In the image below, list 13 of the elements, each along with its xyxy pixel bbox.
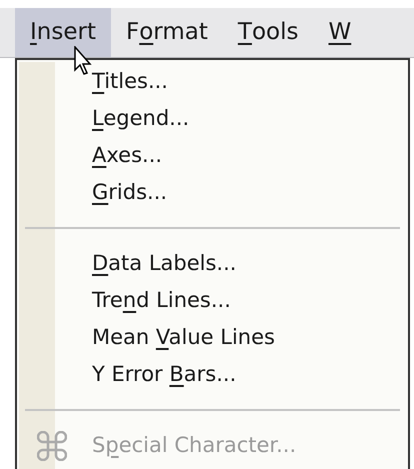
menu-title[interactable]: Format (110, 8, 223, 57)
menu-item[interactable]: Mean Value Lines (92, 322, 275, 354)
menu-title[interactable]: Tools (222, 8, 314, 57)
menu-title[interactable]: W (313, 8, 366, 57)
menu-item[interactable]: Legend... (92, 102, 190, 134)
command-key-icon (37, 430, 67, 460)
menu-item[interactable]: Trend Lines... (92, 284, 231, 316)
menu-item[interactable]: Y Error Bars... (92, 358, 236, 390)
menu-title[interactable]: Insert (15, 8, 111, 57)
menu-item[interactable]: Grids... (92, 176, 168, 208)
menu-item[interactable]: Data Labels... (92, 248, 236, 280)
menu-item[interactable]: Axes... (92, 140, 162, 172)
menu-item[interactable]: Titles... (92, 66, 168, 98)
